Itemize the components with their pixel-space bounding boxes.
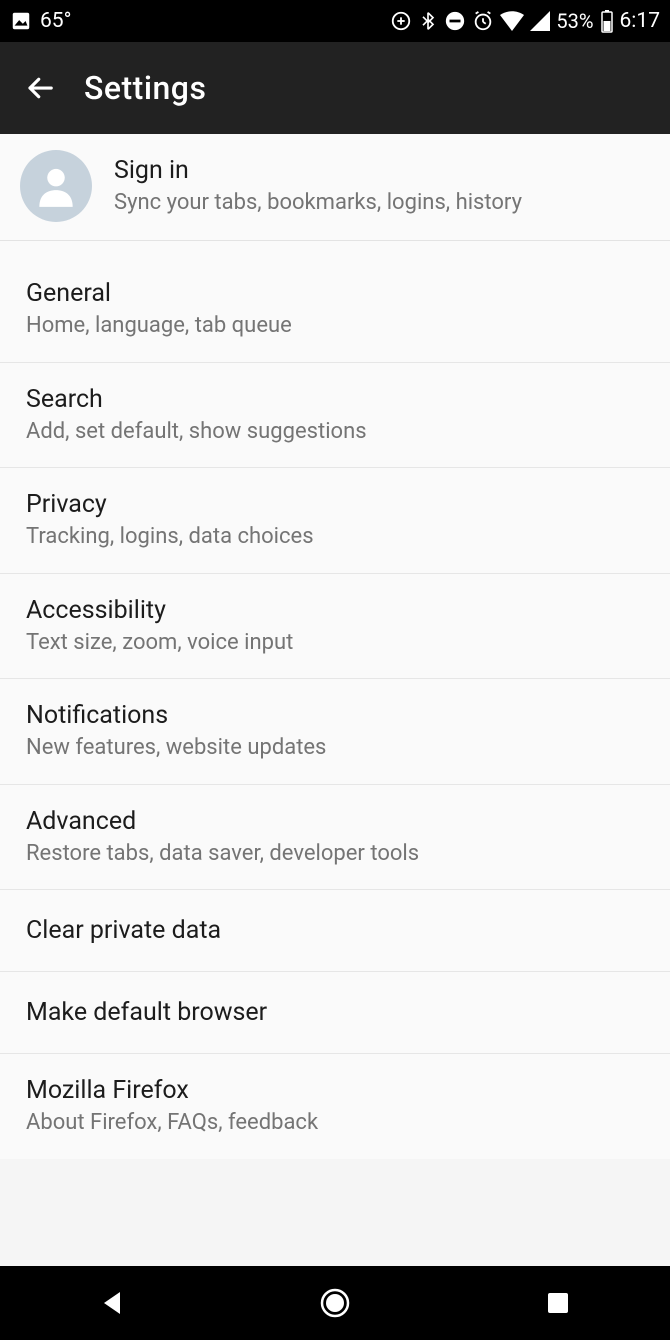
android-nav-bar (0, 1266, 670, 1340)
row-title: Clear private data (26, 912, 644, 949)
bluetooth-icon (418, 10, 438, 32)
row-subtitle: Home, language, tab queue (26, 312, 644, 340)
row-title: Notifications (26, 701, 644, 730)
add-circle-icon (390, 10, 412, 32)
avatar-icon (20, 150, 92, 222)
row-title: Advanced (26, 807, 644, 836)
row-privacy[interactable]: Privacy Tracking, logins, data choices (0, 468, 670, 574)
row-title: Mozilla Firefox (26, 1076, 644, 1105)
cell-signal-icon (530, 11, 550, 31)
row-title: Make default browser (26, 994, 644, 1031)
dnd-icon (444, 10, 466, 32)
row-subtitle: New features, website updates (26, 734, 644, 762)
row-subtitle: Text size, zoom, voice input (26, 629, 644, 657)
row-advanced[interactable]: Advanced Restore tabs, data saver, devel… (0, 785, 670, 891)
row-subtitle: Tracking, logins, data choices (26, 523, 644, 551)
image-icon (10, 10, 32, 32)
back-button[interactable] (18, 66, 62, 110)
row-title: General (26, 279, 644, 308)
signin-subtitle: Sync your tabs, bookmarks, logins, histo… (114, 189, 522, 217)
app-bar: Settings (0, 42, 670, 134)
row-clear-private-data[interactable]: Clear private data (0, 890, 670, 972)
status-temperature: 65° (40, 9, 71, 33)
settings-list: Sign in Sync your tabs, bookmarks, login… (0, 134, 670, 1159)
signin-title: Sign in (114, 156, 522, 185)
status-battery-pct: 53% (556, 9, 593, 33)
page-title: Settings (84, 69, 206, 107)
wifi-icon (500, 11, 524, 31)
row-accessibility[interactable]: Accessibility Text size, zoom, voice inp… (0, 574, 670, 680)
row-make-default-browser[interactable]: Make default browser (0, 972, 670, 1054)
nav-home-button[interactable] (315, 1283, 355, 1323)
signin-row[interactable]: Sign in Sync your tabs, bookmarks, login… (0, 134, 670, 241)
row-title: Accessibility (26, 596, 644, 625)
battery-icon (600, 9, 614, 33)
row-subtitle: About Firefox, FAQs, feedback (26, 1109, 644, 1137)
status-bar: 65° 53% 6:17 (0, 0, 670, 42)
nav-recent-button[interactable] (538, 1283, 578, 1323)
row-mozilla-firefox[interactable]: Mozilla Firefox About Firefox, FAQs, fee… (0, 1054, 670, 1159)
row-title: Search (26, 385, 644, 414)
row-search[interactable]: Search Add, set default, show suggestion… (0, 363, 670, 469)
status-time: 6:17 (620, 9, 661, 33)
row-subtitle: Add, set default, show suggestions (26, 418, 644, 446)
row-notifications[interactable]: Notifications New features, website upda… (0, 679, 670, 785)
row-title: Privacy (26, 490, 644, 519)
alarm-icon (472, 10, 494, 32)
row-subtitle: Restore tabs, data saver, developer tool… (26, 840, 644, 868)
nav-back-button[interactable] (92, 1283, 132, 1323)
row-general[interactable]: General Home, language, tab queue (0, 257, 670, 363)
